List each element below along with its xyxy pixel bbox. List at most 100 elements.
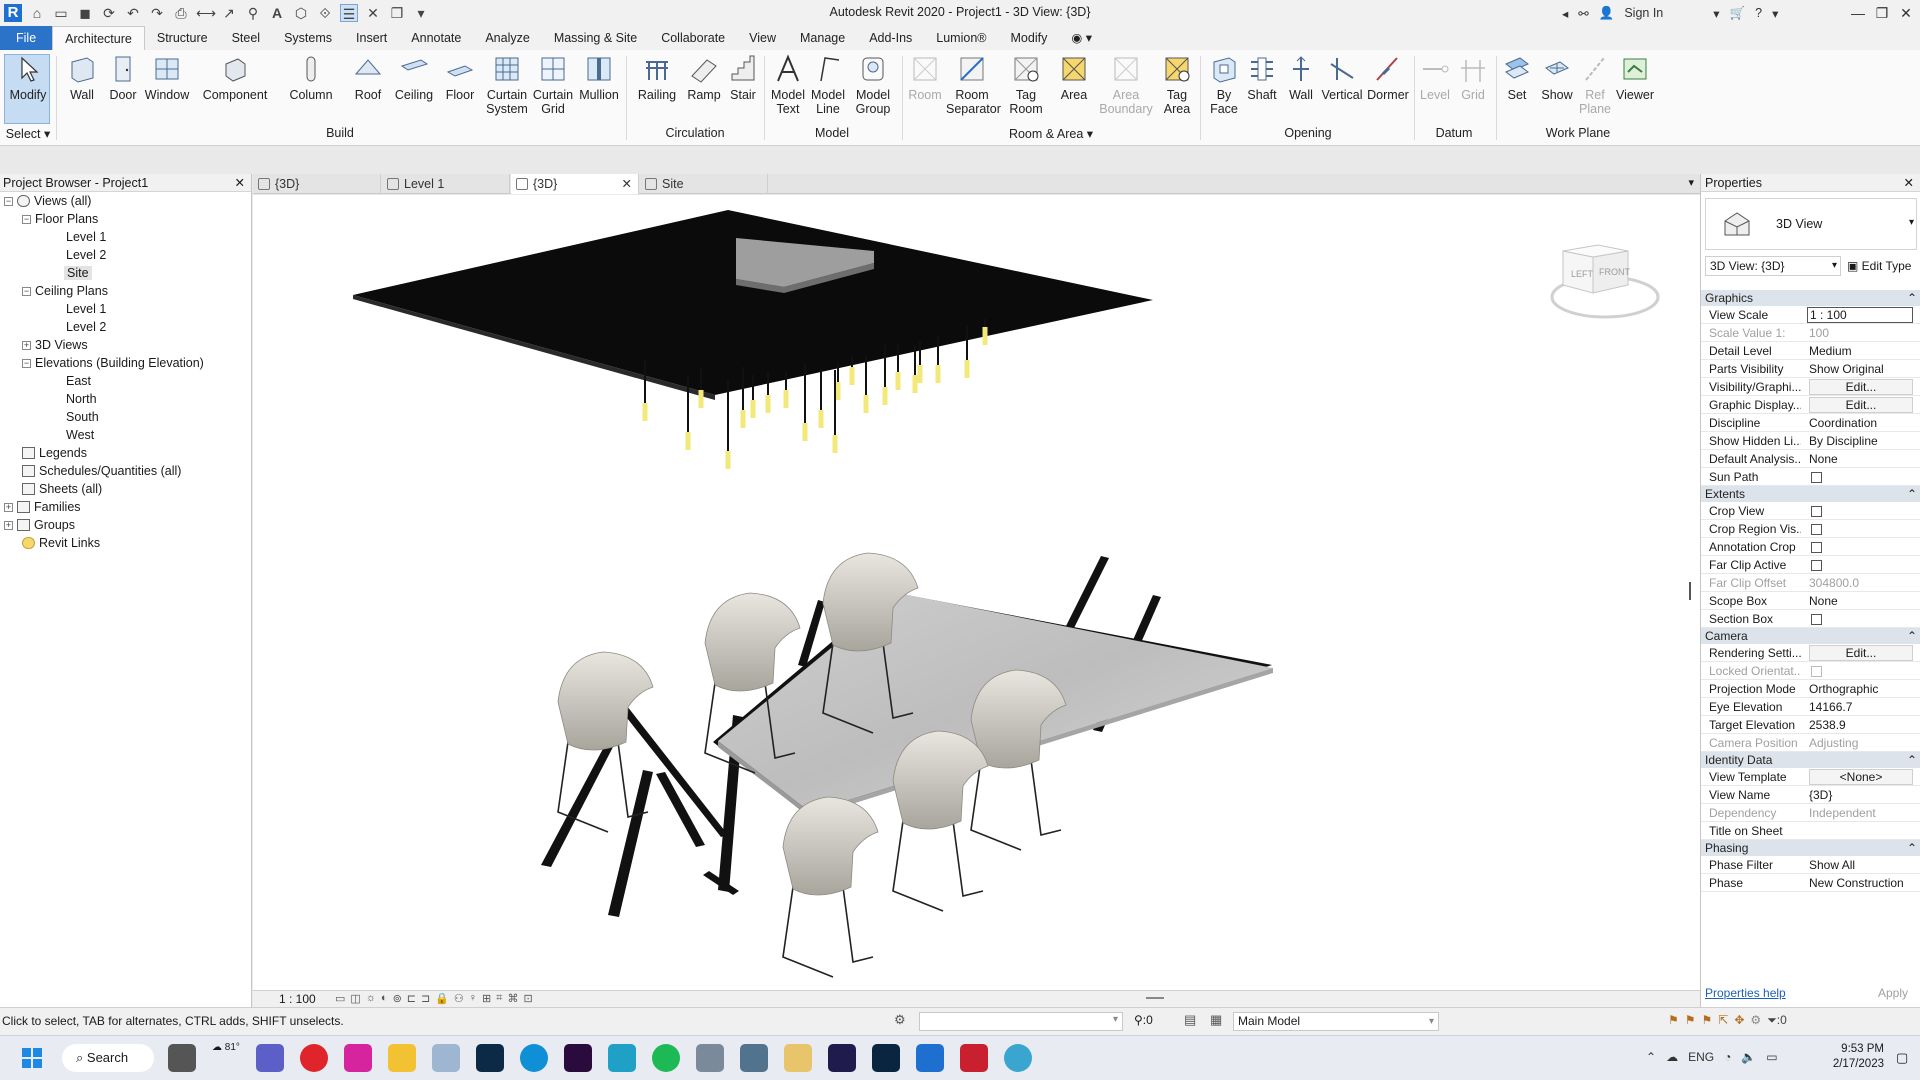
filter-icon[interactable]: ⏷:0 [1767, 1013, 1787, 1028]
pendant-bulb[interactable] [783, 390, 789, 408]
rendering-settings-edit-button[interactable]: Edit... [1809, 645, 1913, 661]
hide-isolate-icon[interactable]: ⚇ [454, 992, 464, 1005]
tree-node-views[interactable]: − Views (all) [4, 194, 91, 208]
type-selector[interactable]: 3D View ▾ [1705, 198, 1917, 250]
dining-chair[interactable] [782, 796, 879, 978]
ref-plane-button[interactable]: Ref Plane [1578, 54, 1612, 116]
model-group-button[interactable]: Model Group [852, 54, 894, 116]
tab-architecture[interactable]: Architecture [52, 26, 145, 50]
close-properties-icon[interactable]: ✕ [1904, 174, 1914, 192]
pendant-bulb[interactable] [750, 400, 756, 418]
instagram-icon[interactable] [344, 1044, 372, 1072]
drag-elements-icon[interactable]: ✥ [1734, 1013, 1744, 1028]
select-panel-label[interactable]: Select ▾ [4, 126, 52, 141]
photoshop-icon[interactable] [872, 1044, 900, 1072]
pendant-bulb[interactable] [685, 432, 691, 450]
dormer-button[interactable]: Dormer [1366, 54, 1410, 102]
cart-icon[interactable]: 🛒 [1730, 6, 1746, 21]
pendant-bulb[interactable] [882, 387, 888, 405]
select-underlay-icon[interactable]: ⚑ [1685, 1013, 1696, 1028]
3ds-max-icon[interactable] [608, 1044, 636, 1072]
floor-button[interactable]: Floor [442, 54, 478, 102]
level-button[interactable]: Level [1418, 54, 1452, 102]
pendant-bulb[interactable] [863, 395, 869, 413]
tree-node-west[interactable]: West [66, 428, 94, 442]
door-button[interactable]: Door [106, 54, 140, 102]
section-box-checkbox[interactable] [1811, 614, 1822, 626]
view-tab-3d-active[interactable]: {3D} ✕ [511, 174, 639, 194]
onedrive-icon[interactable]: ☁ [1666, 1050, 1678, 1064]
show-button[interactable]: Show [1538, 54, 1576, 102]
pendant-bulb[interactable] [642, 403, 648, 421]
binoculars-icon[interactable]: ⚯ [1578, 6, 1588, 21]
prop-view-name[interactable]: View Name {3D} [1701, 786, 1920, 804]
model-line-button[interactable]: Model Line [810, 54, 846, 116]
group-camera[interactable]: Camera ⌃ [1701, 628, 1920, 644]
prop-default-analysis[interactable]: Default Analysis... None [1701, 450, 1920, 468]
worksets-icon[interactable]: ⚙ [894, 1012, 906, 1028]
visibility-graphics-edit-button[interactable]: Edit... [1809, 379, 1913, 395]
prop-title-on-sheet[interactable]: Title on Sheet [1701, 822, 1920, 840]
prop-annotation-crop[interactable]: Annotation Crop [1701, 538, 1920, 556]
area-boundary-button[interactable]: Area Boundary [1098, 54, 1154, 116]
view-tab-site[interactable]: Site [640, 174, 768, 194]
tree-node-level-2[interactable]: Level 2 [66, 248, 106, 262]
language-indicator[interactable]: ENG [1688, 1050, 1714, 1064]
3d-viewport[interactable]: LEFT FRONT [253, 195, 1700, 990]
railing-button[interactable]: Railing [636, 54, 678, 102]
media-player-icon[interactable] [784, 1044, 812, 1072]
ceiling-button[interactable]: Ceiling [392, 54, 436, 102]
task-view-icon[interactable] [168, 1044, 196, 1072]
horizontal-scroll-handle[interactable] [1146, 997, 1164, 999]
viewer-button[interactable]: Viewer [1612, 54, 1658, 102]
tag-room-button[interactable]: Tag Room [1006, 54, 1046, 116]
pendant-bulb[interactable] [835, 382, 841, 400]
battery-icon[interactable]: ▭ [1766, 1050, 1777, 1064]
prop-parts-visibility[interactable]: Parts Visibility Show Original [1701, 360, 1920, 378]
grid-button[interactable]: Grid [1456, 54, 1490, 102]
dining-table[interactable] [541, 556, 1273, 917]
instance-selector[interactable]: 3D View: {3D} ▾ [1705, 256, 1841, 276]
background-process-icon[interactable]: ⚙ [1750, 1013, 1761, 1028]
tag-area-button[interactable]: Tag Area [1160, 54, 1194, 116]
prop-graphic-display[interactable]: Graphic Display... Edit... [1701, 396, 1920, 414]
design-options-icon[interactable]: ▤ [1184, 1012, 1196, 1028]
prop-phase-filter[interactable]: Phase Filter Show All [1701, 856, 1920, 874]
pendant-bulb[interactable] [818, 410, 824, 428]
tab-add-ins[interactable]: Add-Ins [857, 26, 924, 50]
group-graphics[interactable]: Graphics ⌃ [1701, 290, 1920, 306]
prop-projection-mode[interactable]: Projection Mode Orthographic [1701, 680, 1920, 698]
tree-node-east[interactable]: East [66, 374, 91, 388]
tab-massing-site[interactable]: Massing & Site [542, 26, 649, 50]
temp-view-props-icon[interactable]: ⊞ [482, 992, 491, 1005]
design-option-set-icon[interactable]: ▦ [1210, 1012, 1222, 1028]
pendant-bulb[interactable] [982, 327, 988, 345]
view-scale-control[interactable]: 1 : 100 [279, 992, 316, 1006]
editing-requests-count[interactable]: ⚲:0 [1134, 1013, 1153, 1027]
tree-node-3d-views[interactable]: +3D Views [22, 338, 88, 352]
pendant-bulb[interactable] [912, 375, 918, 393]
model-text-button[interactable]: Model Text [768, 54, 808, 116]
wifi-icon[interactable]: ◔ [1724, 1050, 1731, 1064]
tree-node-revit-links[interactable]: Revit Links [22, 536, 100, 550]
group-phasing[interactable]: Phasing ⌃ [1701, 840, 1920, 856]
prop-discipline[interactable]: Discipline Coordination [1701, 414, 1920, 432]
prop-rendering-settings[interactable]: Rendering Setti... Edit... [1701, 644, 1920, 662]
edge-icon[interactable] [520, 1044, 548, 1072]
edit-type-button[interactable]: ▣ Edit Type [1847, 256, 1911, 276]
crop-region-visible-checkbox[interactable] [1811, 524, 1822, 536]
tree-node-south[interactable]: South [66, 410, 99, 424]
pendant-bulb[interactable] [917, 365, 923, 383]
view-tabs-dropdown-icon[interactable]: ▾ [1688, 176, 1694, 189]
tree-node-legends[interactable]: Legends [22, 446, 87, 460]
far-clip-active-checkbox[interactable] [1811, 560, 1822, 572]
view-cube-front-face[interactable]: FRONT [1599, 267, 1630, 277]
tray-overflow-icon[interactable]: ⌃ [1646, 1050, 1656, 1064]
vertical-scroll-handle[interactable] [1689, 582, 1691, 600]
select-links-icon[interactable]: ⚑ [1668, 1013, 1679, 1028]
stair-button[interactable]: Stair [726, 54, 760, 102]
close-icon[interactable]: ✕ [1894, 0, 1918, 26]
by-face-button[interactable]: By Face [1206, 54, 1242, 116]
autocad-icon[interactable] [960, 1044, 988, 1072]
lock-view-icon[interactable]: 🔒 [435, 992, 449, 1005]
